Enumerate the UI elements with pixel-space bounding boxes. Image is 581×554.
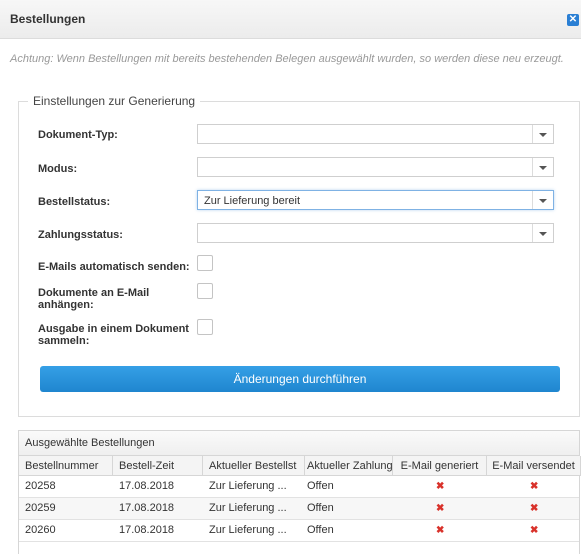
cell-bestell-zeit: 17.08.2018: [119, 524, 175, 536]
chevron-down-icon[interactable]: [532, 158, 553, 176]
emails-senden-checkbox[interactable]: [197, 255, 213, 271]
emails-senden-label: E-Mails automatisch senden:: [38, 261, 190, 273]
column-header-email-generiert[interactable]: E-Mail generiert: [393, 456, 487, 476]
cell-bestell-zeit: 17.08.2018: [119, 502, 175, 514]
bestellstatus-label: Bestellstatus:: [38, 196, 111, 208]
cell-bestellstatus: Zur Lieferung ...: [209, 524, 287, 536]
bestellstatus-select[interactable]: Zur Lieferung bereit: [197, 190, 554, 210]
column-header-zahlungsstatus[interactable]: Aktueller Zahlung: [305, 456, 393, 476]
cell-zahlungsstatus: Offen: [307, 480, 334, 492]
table-row[interactable]: 20258 17.08.2018 Zur Lieferung ... Offen…: [19, 476, 579, 498]
column-header-bestellnummer[interactable]: Bestellnummer: [19, 456, 113, 476]
column-header-label: Aktueller Zahlung: [307, 460, 393, 472]
cell-bestellnummer: 20260: [25, 524, 56, 536]
dokumente-anhaengen-checkbox[interactable]: [197, 283, 213, 299]
cross-icon: ✖: [530, 503, 539, 514]
dialog-titlebar: Bestellungen ✕: [0, 0, 581, 39]
orders-title: Ausgewählte Bestellungen: [25, 437, 155, 449]
submit-button[interactable]: Änderungen durchführen: [40, 366, 560, 392]
cell-bestellstatus: Zur Lieferung ...: [209, 502, 287, 514]
dokument-typ-label: Dokument-Typ:: [38, 129, 118, 141]
bestellstatus-value: Zur Lieferung bereit: [204, 195, 300, 207]
column-header-label: Aktueller Bestellst: [209, 460, 297, 472]
column-header-label: Bestell-Zeit: [119, 460, 175, 472]
cell-bestellstatus: Zur Lieferung ...: [209, 480, 287, 492]
cross-icon: ✖: [436, 481, 445, 492]
cell-bestell-zeit: 17.08.2018: [119, 480, 175, 492]
ausgabe-sammeln-checkbox[interactable]: [197, 319, 213, 335]
dialog-title: Bestellungen: [10, 12, 86, 26]
column-header-email-versendet[interactable]: E-Mail versendet: [487, 456, 581, 476]
chevron-down-icon[interactable]: [532, 191, 553, 209]
dokument-typ-select[interactable]: [197, 124, 554, 144]
table-row[interactable]: 20260 17.08.2018 Zur Lieferung ... Offen…: [19, 520, 579, 542]
zahlungsstatus-select[interactable]: [197, 223, 554, 243]
cross-icon: ✖: [530, 525, 539, 536]
column-header-bestell-zeit[interactable]: Bestell-Zeit: [113, 456, 203, 476]
column-header-bestellstatus[interactable]: Aktueller Bestellst: [203, 456, 305, 476]
column-header-label: E-Mail generiert: [400, 460, 479, 472]
warning-text: Achtung: Wenn Bestellungen mit bereits b…: [10, 53, 564, 65]
zahlungsstatus-label: Zahlungsstatus:: [38, 229, 123, 241]
orders-panel-title: Ausgewählte Bestellungen: [19, 431, 579, 456]
ausgabe-sammeln-label: Ausgabe in einem Dokument sammeln:: [38, 323, 189, 347]
cross-icon: ✖: [436, 503, 445, 514]
table-row[interactable]: 20259 17.08.2018 Zur Lieferung ... Offen…: [19, 498, 579, 520]
cross-icon: ✖: [436, 525, 445, 536]
modus-select[interactable]: [197, 157, 554, 177]
cell-zahlungsstatus: Offen: [307, 502, 334, 514]
settings-legend: Einstellungen zur Generierung: [28, 94, 201, 108]
cross-icon: ✖: [530, 481, 539, 492]
close-icon[interactable]: ✕: [567, 14, 579, 26]
modus-label: Modus:: [38, 163, 78, 175]
dokumente-anhaengen-label: Dokumente an E-Mail anhängen:: [38, 287, 150, 311]
column-header-label: E-Mail versendet: [492, 460, 575, 472]
cell-bestellnummer: 20258: [25, 480, 56, 492]
column-header-label: Bestellnummer: [25, 460, 99, 472]
cell-zahlungsstatus: Offen: [307, 524, 334, 536]
chevron-down-icon[interactable]: [532, 125, 553, 143]
chevron-down-icon[interactable]: [532, 224, 553, 242]
orders-panel: Ausgewählte Bestellungen Bestellnummer B…: [18, 430, 581, 554]
cell-bestellnummer: 20259: [25, 502, 56, 514]
